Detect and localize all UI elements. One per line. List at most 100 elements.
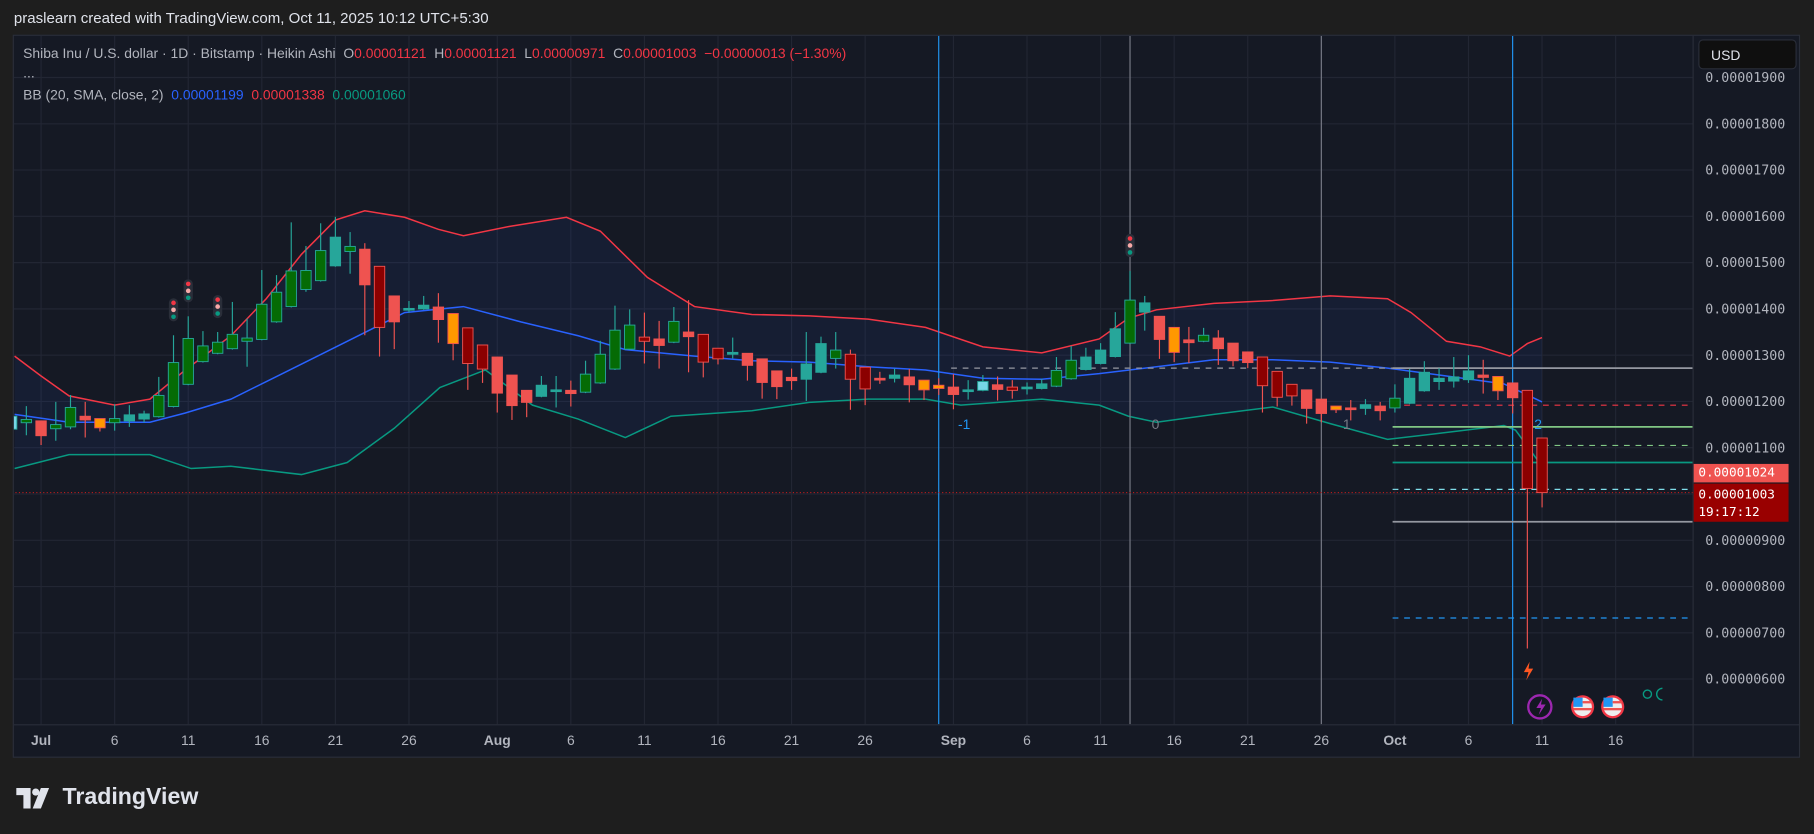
candle [476, 344, 489, 383]
candle-body [476, 344, 489, 370]
bb-upper-value: 0.00001338 [251, 86, 325, 103]
brand-name: TradingView [62, 784, 199, 810]
candle-body [300, 270, 312, 290]
candle-body [1418, 371, 1431, 392]
candle-body [1065, 359, 1077, 380]
candle [1109, 312, 1121, 358]
candle-body [108, 418, 121, 424]
high-label: H [434, 45, 445, 62]
candle-body [1256, 356, 1269, 387]
candle-body [1448, 376, 1460, 382]
time-axis-label: 16 [710, 732, 726, 748]
candle [256, 270, 268, 341]
candle-body [771, 370, 783, 388]
flag-stripe [1612, 701, 1622, 704]
candle-body [1374, 405, 1386, 412]
tradingview-logo-icon [16, 787, 50, 808]
tradingview-snapshot: praslearn created with TradingView.com, … [0, 0, 1814, 834]
candle-body [594, 353, 606, 384]
candle-body [521, 389, 533, 403]
signal-marker-icon [213, 295, 223, 319]
candle-body [35, 420, 47, 437]
candle-body [1286, 383, 1298, 397]
candle-body [447, 313, 459, 345]
candle [13, 415, 18, 430]
us-economic-event-icon[interactable] [1601, 695, 1625, 719]
candle-body [182, 338, 194, 385]
candle-body [1477, 374, 1489, 378]
candle-body [1521, 389, 1534, 489]
candle-body [314, 250, 327, 282]
candle-body [991, 384, 1004, 390]
candle-body [256, 303, 268, 340]
change-value: −0.00000013 (−1.30%) [704, 45, 847, 62]
candle [1521, 389, 1534, 649]
high-value: 0.00001121 [444, 45, 517, 62]
candle-body [1315, 398, 1327, 414]
price-axis-label: 0.00001400 [1705, 303, 1785, 318]
candle-body [20, 419, 33, 424]
candle-body [50, 424, 62, 430]
currency-button[interactable]: USD [1698, 39, 1797, 70]
candle-body [491, 356, 503, 394]
price-axis-label: 0.00000600 [1705, 673, 1785, 688]
bb-label[interactable]: BB (20, SMA, close, 2) [23, 87, 163, 103]
candle-body [535, 384, 548, 397]
candle-body [1492, 375, 1504, 392]
bb-price-badge: 0.00001024 [1693, 463, 1789, 483]
candle-body [226, 333, 239, 350]
session-sun-moon-icon[interactable] [1642, 687, 1663, 701]
fib-time-zone-label: 0 [1152, 416, 1160, 432]
flag-stripe [1573, 708, 1592, 711]
candle-body [1300, 389, 1313, 409]
time-axis-label: 6 [1465, 732, 1473, 748]
bb-legend: BB (20, SMA, close, 2) 0.00001199 0.0000… [23, 87, 406, 103]
candle-body [550, 389, 562, 393]
candle-body [756, 358, 768, 383]
candle-body [1109, 328, 1121, 358]
candle-body [579, 373, 592, 393]
signal-dot [215, 304, 220, 309]
candle-body [197, 345, 209, 363]
candle-body [933, 384, 945, 389]
candle-body [844, 353, 857, 380]
time-axis-label: 26 [1314, 732, 1330, 748]
signal-marker-icon [1125, 233, 1135, 258]
candle-body [64, 406, 77, 428]
price-chart[interactable]: -1 0 1 2 0.00001900 0.00001800 0.00001700 0.000… [0, 0, 1814, 834]
time-axis-label: Aug [484, 732, 511, 748]
sun-icon [1642, 689, 1653, 699]
candle-body [388, 295, 400, 323]
candle-body [359, 248, 371, 286]
candle-body [1168, 326, 1180, 353]
candle-body [1271, 370, 1283, 398]
candle-body [1433, 377, 1445, 383]
candle-body [697, 333, 709, 363]
bb-lower-value: 0.00001060 [332, 86, 406, 103]
candle [462, 327, 474, 390]
close-label: C [613, 45, 624, 62]
legend-more-button[interactable]: ... [23, 65, 35, 81]
candle-body [270, 291, 283, 323]
time-axis-label: 16 [1166, 732, 1182, 748]
candle-body [947, 386, 960, 395]
signal-dot [1127, 236, 1133, 241]
tradingview-brand[interactable]: TradingView [16, 784, 198, 811]
candle-body [859, 366, 871, 390]
price-axis-label: 0.00001700 [1705, 164, 1785, 179]
time-axis-label: Oct [1383, 732, 1407, 748]
candle-body [123, 414, 136, 422]
price-axis-label: 0.00000700 [1705, 626, 1785, 641]
symbol-title[interactable]: Shiba Inu / U.S. dollar · 1D · Bitstamp … [23, 45, 335, 61]
price-axis-label: 0.00000800 [1705, 580, 1785, 595]
candle-body [1153, 315, 1166, 340]
time-axis-label: 21 [1240, 732, 1256, 748]
price-axis-label: 0.00001500 [1705, 256, 1785, 271]
time-axis-label: 11 [181, 732, 196, 748]
us-economic-event-icon[interactable] [1571, 695, 1595, 719]
candle-body [167, 362, 180, 407]
candle-body [1345, 407, 1357, 411]
candle [1536, 437, 1548, 508]
earnings-event-icon[interactable] [1527, 694, 1553, 720]
candle-body [432, 306, 445, 320]
